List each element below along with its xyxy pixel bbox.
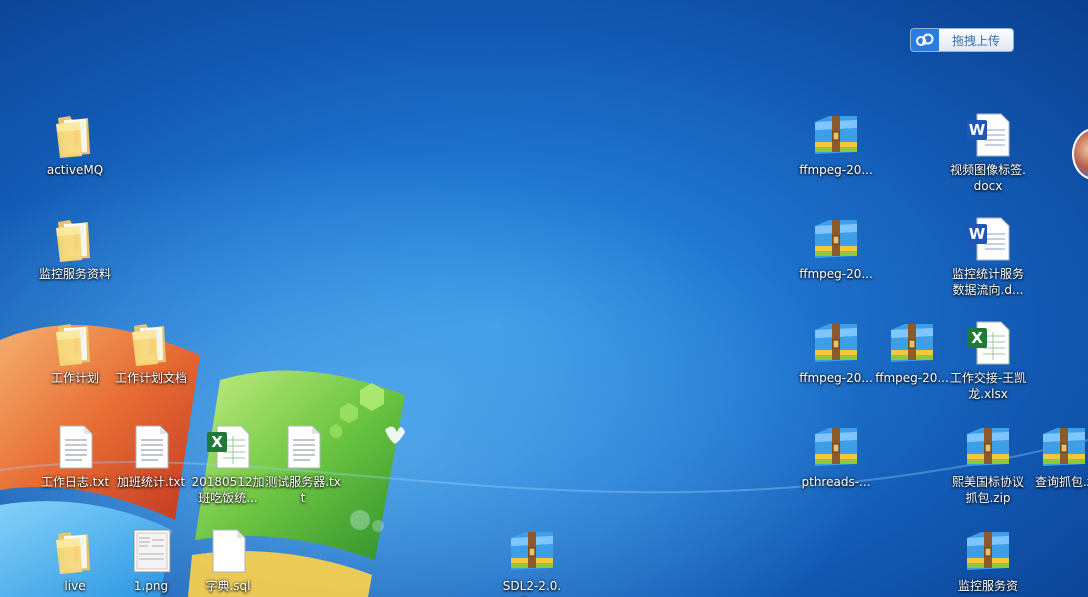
desktop-icon-ffmpeg-3[interactable]: ffmpeg-20... [796, 318, 876, 386]
desktop-icon-label: 视频图像标签.docx [950, 163, 1026, 193]
desktop-icon-label: 查询抓包.z [1034, 475, 1088, 489]
text-file-icon [50, 422, 100, 472]
text-file-icon [126, 422, 176, 472]
archive-icon [507, 526, 557, 576]
desktop[interactable]: 拖拽上传 activeMQ 监控服务资料 工作计划 工作计划文档 工作日志.tx… [0, 0, 1088, 597]
wallpaper [0, 0, 1088, 597]
desktop-icon-video-tag-docx[interactable]: W 视频图像标签.docx [948, 110, 1028, 194]
excel-file-icon: X [203, 422, 253, 472]
folder-icon [50, 110, 100, 160]
desktop-icon-work-log[interactable]: 工作日志.txt [35, 422, 115, 490]
desktop-icon-label: ffmpeg-20... [799, 267, 873, 281]
desktop-icon-overtime-meal-xls[interactable]: X 20180512加班吃饭统... [188, 422, 268, 506]
desktop-icon-label: ffmpeg-20... [799, 163, 873, 177]
desktop-icon-monitor-service-docs[interactable]: 监控服务资料 [35, 214, 115, 282]
desktop-icon-label: 1.png [133, 579, 169, 593]
desktop-icon-label: ffmpeg-20... [799, 371, 873, 385]
desktop-icon-handover-xlsx[interactable]: X 工作交接-王凯龙.xlsx [948, 318, 1028, 402]
desktop-icon-ffmpeg-1[interactable]: ffmpeg-20... [796, 110, 876, 178]
folder-icon [50, 318, 100, 368]
archive-icon [811, 214, 861, 264]
desktop-icon-monitor-service-archive[interactable]: 监控服务资 [948, 526, 1028, 594]
drag-upload-widget[interactable]: 拖拽上传 [910, 28, 1014, 52]
desktop-icon-label: 字典.sql [205, 579, 251, 593]
blank-file-icon [203, 526, 253, 576]
desktop-icon-work-plan-docs[interactable]: 工作计划文档 [111, 318, 191, 386]
desktop-icon-label: 工作日志.txt [40, 475, 110, 489]
desktop-icon-label: SDL2-2.0.8.... [502, 579, 562, 597]
word-file-icon: W [963, 110, 1013, 160]
archive-icon [811, 318, 861, 368]
archive-icon [963, 422, 1013, 472]
desktop-icon-monitor-stats-doc[interactable]: W 监控统计服务数据流向.d... [948, 214, 1028, 298]
folder-icon [50, 526, 100, 576]
desktop-icon-pthreads[interactable]: pthreads-... [796, 422, 876, 490]
desktop-icon-query-capture-zip[interactable]: 查询抓包.z [1024, 422, 1088, 490]
desktop-icon-label: 工作计划文档 [114, 371, 187, 385]
desktop-icon-label: 监控服务资料 [38, 267, 111, 281]
archive-icon [1039, 422, 1088, 472]
archive-icon [811, 110, 861, 160]
word-file-icon: W [963, 214, 1013, 264]
excel-file-icon: X [963, 318, 1013, 368]
folder-icon [126, 318, 176, 368]
desktop-icon-label: activeMQ [46, 163, 104, 177]
desktop-icon-label: 熙美国标协议抓包.zip [951, 475, 1024, 505]
archive-icon [887, 318, 937, 368]
desktop-icon-work-plan[interactable]: 工作计划 [35, 318, 115, 386]
svg-text:W: W [969, 225, 986, 243]
desktop-icon-label: 工作计划 [50, 371, 99, 385]
desktop-icon-activemq[interactable]: activeMQ [35, 110, 115, 178]
archive-icon [963, 526, 1013, 576]
desktop-icon-label: 20180512加班吃饭统... [191, 475, 265, 505]
folder-icon [50, 214, 100, 264]
desktop-icon-label: live [64, 579, 86, 593]
svg-text:X: X [211, 433, 223, 451]
desktop-icon-test-server-txt[interactable]: 测试服务器.txt [263, 422, 343, 506]
image-file-icon [126, 526, 176, 576]
desktop-icon-ffmpeg-2[interactable]: ffmpeg-20... [796, 214, 876, 282]
cloud-icon [911, 29, 939, 51]
desktop-icon-label: 工作交接-王凯龙.xlsx [949, 371, 1027, 401]
desktop-icon-label: 监控服务资 [957, 579, 1018, 593]
desktop-icon-label: 加班统计.txt [116, 475, 186, 489]
desktop-icon-overtime-stats[interactable]: 加班统计.txt [111, 422, 191, 490]
desktop-icon-label: ffmpeg-20... [875, 371, 949, 385]
desktop-icon-dictionary-sql[interactable]: 字典.sql [188, 526, 268, 594]
text-file-icon [278, 422, 328, 472]
archive-icon [811, 422, 861, 472]
desktop-icon-sdl2[interactable]: SDL2-2.0.8.... [492, 526, 572, 597]
svg-text:X: X [971, 329, 983, 347]
desktop-icon-label: 监控统计服务数据流向.d... [951, 267, 1024, 297]
desktop-icon-1-png[interactable]: 1.png [111, 526, 191, 594]
desktop-icon-label: 测试服务器.txt [265, 475, 341, 505]
svg-text:W: W [969, 121, 986, 139]
drag-upload-label: 拖拽上传 [951, 33, 1000, 48]
desktop-icon-live[interactable]: live [35, 526, 115, 594]
desktop-icon-ffmpeg-4[interactable]: ffmpeg-20... [872, 318, 952, 386]
desktop-icon-label: pthreads-... [801, 475, 871, 489]
desktop-icon-gb-protocol-zip[interactable]: 熙美国标协议抓包.zip [948, 422, 1028, 506]
